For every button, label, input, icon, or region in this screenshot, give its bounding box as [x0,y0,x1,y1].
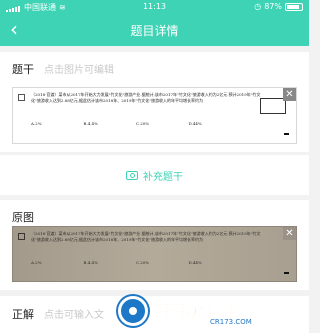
nav-bar: ‹ 题目详情 [0,14,309,46]
answer-hint: 点击可输入文 [44,310,104,321]
dash-mark [284,133,289,135]
question-options: A.2% B.4.4% C.20% D.44% [31,121,241,126]
stem-label: 题干 [12,63,34,76]
supplement-stem-button[interactable]: 补充题干 [0,155,309,195]
photo-option-a: A.2% [31,260,42,265]
original-photo[interactable]: （2018·官渡）某市从2017年开始大力发展"竹文化"旅游产业.据统计,该市2… [12,226,297,282]
question-image[interactable]: （2018·官渡）某市从2017年开始大力发展"竹文化"旅游产业.据统计,该市2… [12,87,297,144]
option-b: B.4.4% [83,121,98,126]
battery-percent: 87% [264,2,282,11]
status-bar: 中国联通 ≋ 11:13 ◷ 87% [0,0,309,14]
answer-label: 正解 [12,308,34,321]
photo-close-icon[interactable]: ✕ [283,227,296,240]
photo-question-text: （2018·官渡）某市从2017年开始大力发展"竹文化"旅游产业.据统计,该市2… [31,231,261,242]
battery-fill [287,4,300,9]
option-d: D.44% [188,121,202,126]
option-c: C.20% [136,121,150,126]
photo-dash-mark [284,272,289,274]
photo-option-c: C.20% [136,260,150,265]
close-icon[interactable]: ✕ [283,88,296,101]
photo-option-d: D.44% [188,260,202,265]
question-number-box [18,94,25,101]
battery-icon [285,2,303,11]
option-a: A.2% [31,121,42,126]
original-label: 原图 [12,211,34,224]
supplement-label: 补充题干 [143,171,183,183]
camera-icon [126,170,138,180]
stem-hint: 点击图片可编辑 [44,65,114,76]
photo-question-options: A.2% B.4.4% C.20% D.44% [31,260,241,265]
question-text: （2018·官渡）某市从2017年开始大力发展"竹文化"旅游产业.据统计,该市2… [31,92,261,103]
alarm-icon: ◷ [254,2,262,11]
answer-section[interactable]: 正解 点击可输入文 [0,296,309,333]
status-right: ◷ 87% [254,2,303,11]
photo-number-box [18,233,25,240]
photo-option-b: B.4.4% [83,260,98,265]
page-title: 题目详情 [130,24,179,38]
